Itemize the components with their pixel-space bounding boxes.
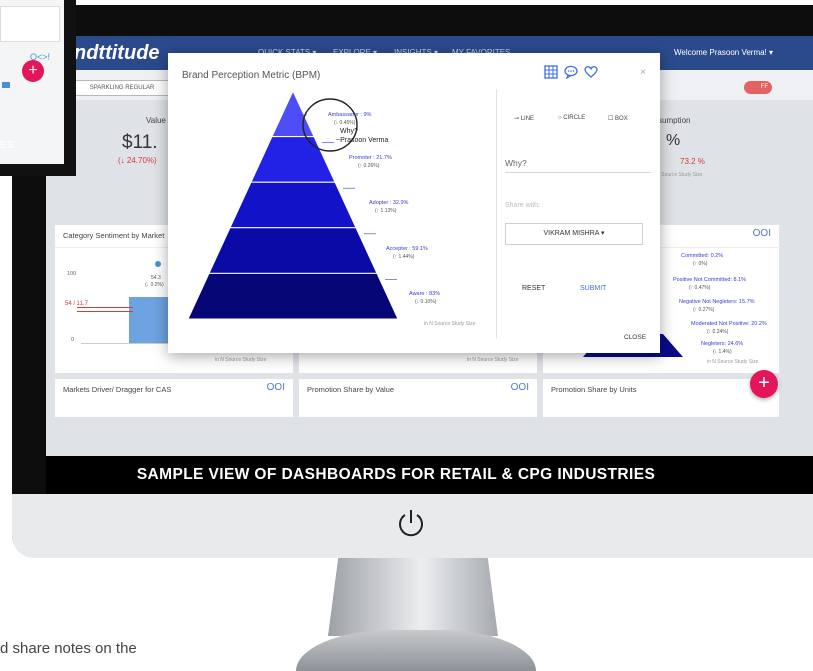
middle-footnote: in N Source Study Size: [467, 357, 519, 363]
sentiment-footnote: in N Source Study Size: [215, 357, 267, 363]
level-change-accepter: (↑ 1.44%): [393, 254, 415, 260]
user-menu[interactable]: Welcome Prasoon Verma! ▾: [674, 48, 773, 57]
submit-button[interactable]: SUBMIT: [580, 285, 606, 292]
app-logo[interactable]: ndttitude: [74, 42, 160, 65]
bpm-modal: Brand Perception Metric (BPM) × Ambassad…: [168, 53, 660, 353]
rp-label-3: Moderated Not Positive: 20.2%: [691, 321, 767, 327]
monitor-stand: [328, 558, 498, 636]
draw-circle-option[interactable]: ○ CIRCLE: [558, 115, 585, 121]
heart-icon[interactable]: [584, 65, 598, 79]
kpi-consumption-footnote: in Source Study Size: [656, 172, 703, 178]
rp-footnote: in N Source Study Size: [707, 359, 759, 365]
rp-label-2: Negative Not Negleters: 15.7%: [679, 299, 755, 305]
level-change-aware: (↓ 0.10%): [415, 299, 437, 305]
annotation-why: Why?: [340, 128, 358, 135]
pyramid-level-adopter[interactable]: [229, 181, 357, 229]
kpi-consumption-value: %: [666, 132, 681, 149]
panel-action-icons[interactable]: OOI: [511, 382, 529, 393]
rp-sub-3: (↑ 0.24%): [707, 329, 729, 335]
panel-divider: [496, 89, 497, 339]
panel-title: Category Sentiment by Market: [63, 231, 165, 240]
rp-sub-0: (↑ 0%): [693, 261, 708, 267]
kpi-value: $11.: [122, 132, 158, 153]
share-with-select[interactable]: VIKRAM MISHRA ▾: [505, 223, 643, 245]
comment-icon[interactable]: [564, 65, 578, 79]
panel-action-icons[interactable]: OOI: [753, 228, 771, 239]
close-icon[interactable]: ×: [640, 67, 646, 78]
bg-section-title: ES: [0, 140, 15, 151]
reset-button[interactable]: RESET: [522, 285, 545, 292]
bg-add-button[interactable]: +: [22, 60, 44, 82]
close-button[interactable]: CLOSE: [624, 334, 646, 341]
modal-title: Brand Perception Metric (BPM): [182, 70, 321, 81]
rp-label-4: Negleters: 24.6%: [701, 341, 744, 347]
draw-box-option[interactable]: ☐ BOX: [608, 115, 628, 122]
pyramid-level-aware[interactable]: [188, 272, 398, 320]
add-fab-button[interactable]: +: [750, 370, 778, 398]
level-label-aware: Aware : 83%: [409, 291, 441, 297]
rp-sub-1: (↑ 0.47%): [689, 285, 711, 291]
panel-title: Promotion Share by Units: [551, 385, 637, 394]
annotation-author: ~Prasoon Verma: [336, 137, 389, 144]
background-screenshot: O<>! + ES: [0, 0, 76, 176]
panel-title: Promotion Share by Value: [307, 385, 394, 394]
level-change-ambassador: (↓ 0.45%): [334, 120, 356, 126]
draw-line-option[interactable]: ⊸ LINE: [514, 115, 534, 122]
bottom-text: d share notes on the: [0, 640, 137, 657]
panel-title: Markets Driver/ Dragger for CAS: [63, 385, 172, 394]
kpi-value-label: Value: [146, 116, 166, 125]
kpi-consumption-change: 73.2 %: [680, 157, 705, 166]
sentiment-marker: 54 / 11.7: [65, 301, 88, 307]
y-tick-0: 0: [71, 337, 75, 343]
rp-label-1: Positive Not Committed: 8.1%: [673, 277, 747, 283]
monitor-base: [296, 630, 536, 671]
rp-label-0: Committed: 0.2%: [681, 253, 724, 259]
share-label: Share with:: [505, 202, 541, 209]
note-input[interactable]: Why?: [505, 151, 651, 173]
panel-promotion-value: Promotion Share by Value OOI: [298, 378, 538, 418]
level-label-ambassador: Ambassador : 9%: [328, 112, 372, 118]
panel-markets-driver: Markets Driver/ Dragger for CAS OOI: [54, 378, 294, 418]
level-change-promoter: (↑ 0.26%): [358, 163, 380, 169]
sentiment-bar-label: 54.3: [151, 275, 161, 281]
toggle-switch[interactable]: FF: [744, 81, 772, 94]
bpm-pyramid-chart: [188, 91, 398, 320]
pyramid-level-accepter[interactable]: [208, 227, 378, 274]
panel-action-icons[interactable]: OOI: [267, 382, 285, 393]
level-label-adopter: Adopter : 32.9%: [369, 200, 409, 206]
kpi-consumption-label: sumption: [658, 116, 691, 125]
rp-sub-2: (↑ 0.27%): [693, 307, 715, 313]
panel-promotion-units: Promotion Share by Units: [542, 378, 780, 418]
sentiment-dot: [155, 261, 161, 267]
rp-sub-4: (↓ 1.4%): [713, 349, 732, 355]
sentiment-bar-change: (↓ 0.2%): [145, 282, 164, 288]
chart-footnote: in N Source Study Size: [424, 321, 476, 327]
level-label-promoter: Promoter : 21.7%: [349, 155, 392, 161]
level-change-adopter: (↑ 1.13%): [375, 208, 397, 214]
power-icon[interactable]: [394, 506, 428, 540]
filter-chip[interactable]: SPARKLING REGULAR: [72, 80, 172, 96]
caption-text: SAMPLE VIEW OF DASHBOARDS FOR RETAIL & C…: [136, 466, 656, 483]
level-label-accepter: Accepter : 59.1%: [386, 246, 428, 252]
y-tick-100: 100: [67, 271, 77, 277]
kpi-value-change: (↓ 24.70%): [118, 156, 157, 165]
grid-icon[interactable]: [544, 65, 558, 79]
